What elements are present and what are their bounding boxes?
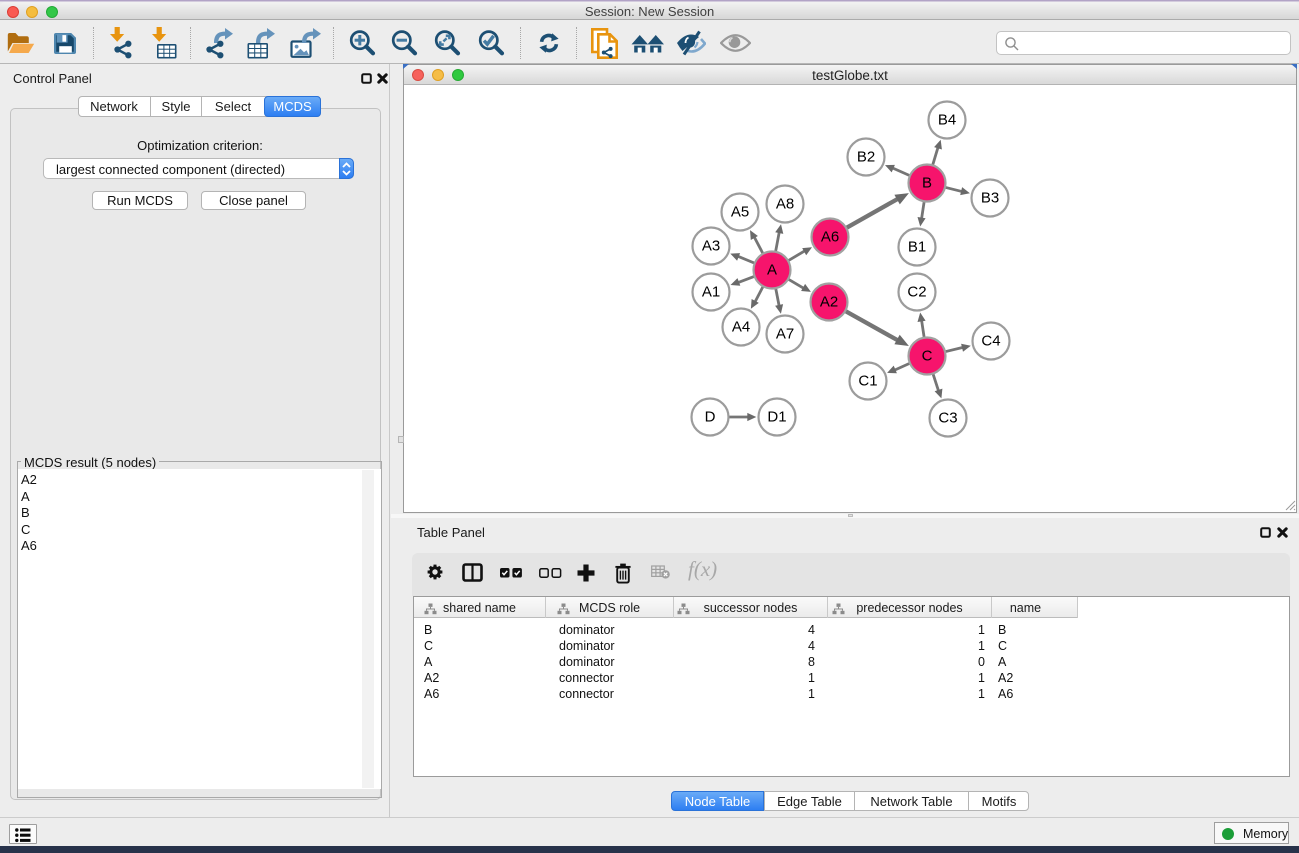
svg-text:A2: A2 — [820, 294, 838, 311]
svg-text:B3: B3 — [981, 190, 999, 207]
svg-text:A8: A8 — [776, 196, 794, 213]
svg-text:C1: C1 — [858, 373, 877, 390]
svg-text:B4: B4 — [938, 112, 956, 129]
svg-text:D: D — [705, 409, 716, 426]
svg-text:A7: A7 — [776, 326, 794, 343]
svg-text:A4: A4 — [732, 319, 750, 336]
svg-text:A5: A5 — [731, 204, 749, 221]
svg-text:A3: A3 — [702, 238, 720, 255]
svg-text:A1: A1 — [702, 284, 720, 301]
svg-text:A: A — [767, 262, 777, 279]
svg-text:B1: B1 — [908, 239, 926, 256]
svg-text:A6: A6 — [821, 229, 839, 246]
svg-text:D1: D1 — [767, 409, 786, 426]
svg-text:B2: B2 — [857, 149, 875, 166]
svg-text:C3: C3 — [938, 410, 957, 427]
svg-text:C2: C2 — [907, 284, 926, 301]
svg-text:C: C — [922, 348, 933, 365]
svg-text:C4: C4 — [981, 333, 1000, 350]
svg-text:B: B — [922, 175, 932, 192]
